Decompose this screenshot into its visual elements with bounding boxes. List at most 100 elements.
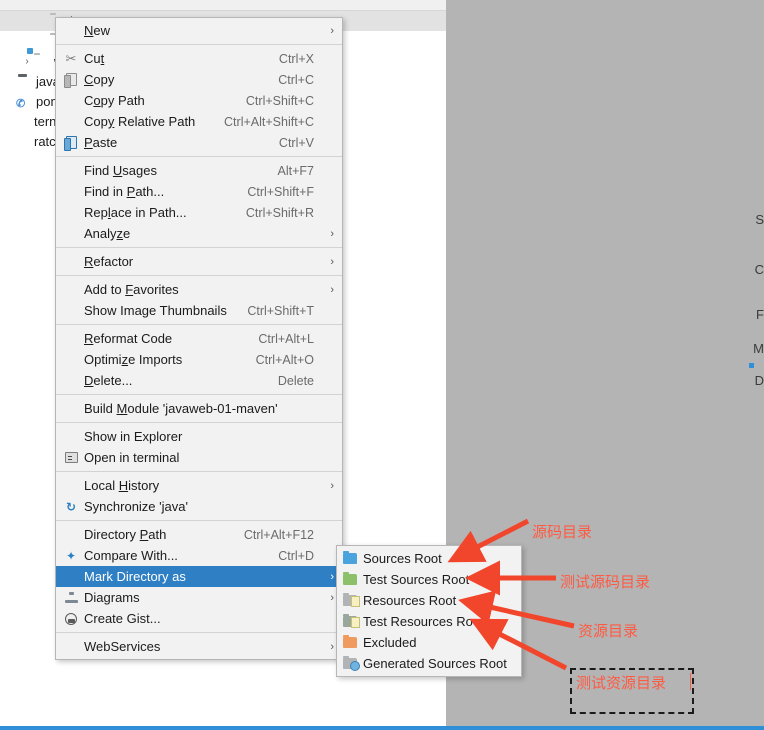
menu-item-cut[interactable]: ✂ Cut Ctrl+X [56,48,342,69]
menu-item-show-in-explorer[interactable]: Show in Explorer [56,426,342,447]
submenu-item-resources-root[interactable]: Resources Root [337,590,521,611]
chevron-right-icon: › [330,640,334,653]
menu-item-delete[interactable]: Delete... Delete [56,370,342,391]
menu-item-label: Local History [84,478,160,493]
chevron-right-icon: › [330,283,334,296]
menu-item-shortcut: Alt+F7 [277,163,314,178]
sync-icon: ↻ [65,499,77,514]
menu-item-find-usages[interactable]: Find Usages Alt+F7 [56,160,342,181]
tree-expand-arrow-icon[interactable]: › [20,56,34,67]
submenu-item-label: Excluded [363,635,417,650]
menu-item-shortcut: Ctrl+D [278,548,314,563]
folder-green-icon [343,572,363,585]
menu-item-paste[interactable]: Paste Ctrl+V [56,132,342,153]
status-bar [0,726,764,730]
menu-item-shortcut: Ctrl+V [278,135,314,150]
menu-item-label: Directory Path [84,527,167,542]
menu-icon-placeholder [60,526,82,543]
menu-icon-placeholder [60,281,82,298]
menu-separator [56,247,342,248]
menu-item-open-in-terminal[interactable]: Open in terminal [56,447,342,468]
paste-icon [60,134,82,151]
menu-item-label: Find in Path... [84,184,165,199]
terminal-icon [60,449,82,466]
tree-row[interactable]: ›w [0,51,63,71]
menu-icon-placeholder [60,22,82,39]
menu-icon-placeholder [60,113,82,130]
menu-item-copy[interactable]: Copy Ctrl+C [56,69,342,90]
clipped-panel-letter: F [756,307,764,322]
xml-file-icon: ✆ [16,98,26,110]
menu-item-diagrams[interactable]: Diagrams › [56,587,342,608]
submenu-item-label: Test Resources Root [363,614,484,629]
folder-grey-doc-icon [343,593,363,607]
menu-item-analyze[interactable]: Analyze › [56,223,342,244]
menu-separator [56,394,342,395]
menu-item-replace-in-path[interactable]: Replace in Path... Ctrl+Shift+R [56,202,342,223]
menu-separator [56,632,342,633]
module-icon [16,74,32,88]
menu-item-shortcut: Delete [277,373,314,388]
folder-blue-icon [343,551,363,564]
submenu-item-sources-root[interactable]: Sources Root [337,548,521,569]
menu-item-new[interactable]: New › [56,20,342,41]
menu-item-create-gist[interactable]: Create Gist... [56,608,342,629]
menu-separator [56,44,342,45]
menu-item-shortcut: Ctrl+C [278,72,314,87]
menu-separator [56,422,342,423]
menu-item-label: Open in terminal [84,450,180,465]
menu-item-copy-relative-path[interactable]: Copy Relative Path Ctrl+Alt+Shift+C [56,111,342,132]
menu-item-reformat-code[interactable]: Reformat Code Ctrl+Alt+L [56,328,342,349]
menu-item-build-module-javaweb-01-maven[interactable]: Build Module 'javaweb-01-maven' [56,398,342,419]
submenu-item-excluded[interactable]: Excluded [337,632,521,653]
chevron-right-icon: › [330,591,334,604]
menu-item-shortcut: Ctrl+Shift+T [247,303,314,318]
menu-item-label: WebServices [84,639,161,654]
menu-icon-placeholder [60,253,82,270]
menu-icon-placeholder [60,183,82,200]
menu-item-synchronize-java[interactable]: ↻ Synchronize 'java' [56,496,342,517]
gist-icon [60,610,82,627]
annotation-label: 资源目录 [578,622,639,640]
menu-item-label: Paste [84,135,118,150]
menu-item-shortcut: Ctrl+Shift+R [245,205,314,220]
menu-item-refactor[interactable]: Refactor › [56,251,342,272]
menu-item-label: Diagrams [84,590,140,605]
menu-item-shortcut: Ctrl+Alt+O [255,352,314,367]
menu-item-label: Build Module 'javaweb-01-maven' [84,401,278,416]
context-menu[interactable]: New › ✂ Cut Ctrl+X Copy Ctrl+C Copy Path Ctrl+Sh… [55,17,343,660]
menu-icon-placeholder [60,330,82,347]
menu-item-copy-path[interactable]: Copy Path Ctrl+Shift+C [56,90,342,111]
menu-icon-placeholder [60,225,82,242]
menu-item-shortcut: Ctrl+Shift+C [245,93,314,108]
menu-item-add-to-favorites[interactable]: Add to Favorites › [56,279,342,300]
submenu-item-generated-sources-root[interactable]: Generated Sources Root [337,653,521,674]
menu-item-directory-path[interactable]: Directory Path Ctrl+Alt+F12 [56,524,342,545]
chevron-right-icon: › [330,24,334,37]
text-caret [690,673,691,690]
menu-item-label: Copy Path [84,93,145,108]
menu-separator [56,520,342,521]
annotation-textbox[interactable]: 测试资源目录 [570,668,694,714]
menu-item-label: Show in Explorer [84,429,183,444]
clipped-panel-letter: D [754,373,764,388]
menu-item-compare-with[interactable]: ✦ Compare With... Ctrl+D [56,545,342,566]
menu-item-label: New [84,23,111,38]
menu-item-show-image-thumbnails[interactable]: Show Image Thumbnails Ctrl+Shift+T [56,300,342,321]
menu-item-label: Create Gist... [84,611,161,626]
menu-item-label: Add to Favorites [84,282,179,297]
menu-item-webservices[interactable]: WebServices › [56,636,342,657]
menu-item-find-in-path[interactable]: Find in Path... Ctrl+Shift+F [56,181,342,202]
menu-item-shortcut: Ctrl+Shift+F [247,184,314,199]
clipped-panel-letter: S [755,212,764,227]
submenu-item-test-sources-root[interactable]: Test Sources Root [337,569,521,590]
menu-item-mark-directory-as[interactable]: Mark Directory as › [56,566,342,587]
menu-separator [56,324,342,325]
chevron-right-icon: › [330,479,334,492]
submenu-item-test-resources-root[interactable]: Test Resources Root [337,611,521,632]
menu-item-optimize-imports[interactable]: Optimize Imports Ctrl+Alt+O [56,349,342,370]
mark-directory-as-submenu[interactable]: Sources Root Test Sources Root Resources R… [336,545,522,677]
menu-item-label: Reformat Code [84,331,173,346]
menu-item-local-history[interactable]: Local History › [56,475,342,496]
menu-item-label: Copy Relative Path [84,114,196,129]
